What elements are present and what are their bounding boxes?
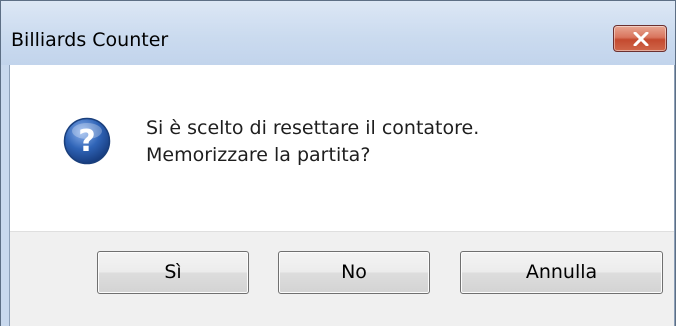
close-button[interactable] [613,25,667,52]
question-icon: ? [63,117,111,165]
message-line-2: Memorizzare la partita? [146,144,371,166]
cancel-button[interactable]: Annulla [460,251,663,294]
window-title: Billiards Counter [11,29,169,51]
svg-text:?: ? [78,124,95,159]
title-bar[interactable]: Billiards Counter [1,1,675,65]
no-button[interactable]: No [278,251,430,294]
yes-button[interactable]: Sì [97,251,249,294]
close-x-icon [633,32,649,46]
message-area: ? Si è scelto di resettare il contatore.… [10,65,674,231]
message-line-1: Si è scelto di resettare il contatore. [146,117,480,139]
